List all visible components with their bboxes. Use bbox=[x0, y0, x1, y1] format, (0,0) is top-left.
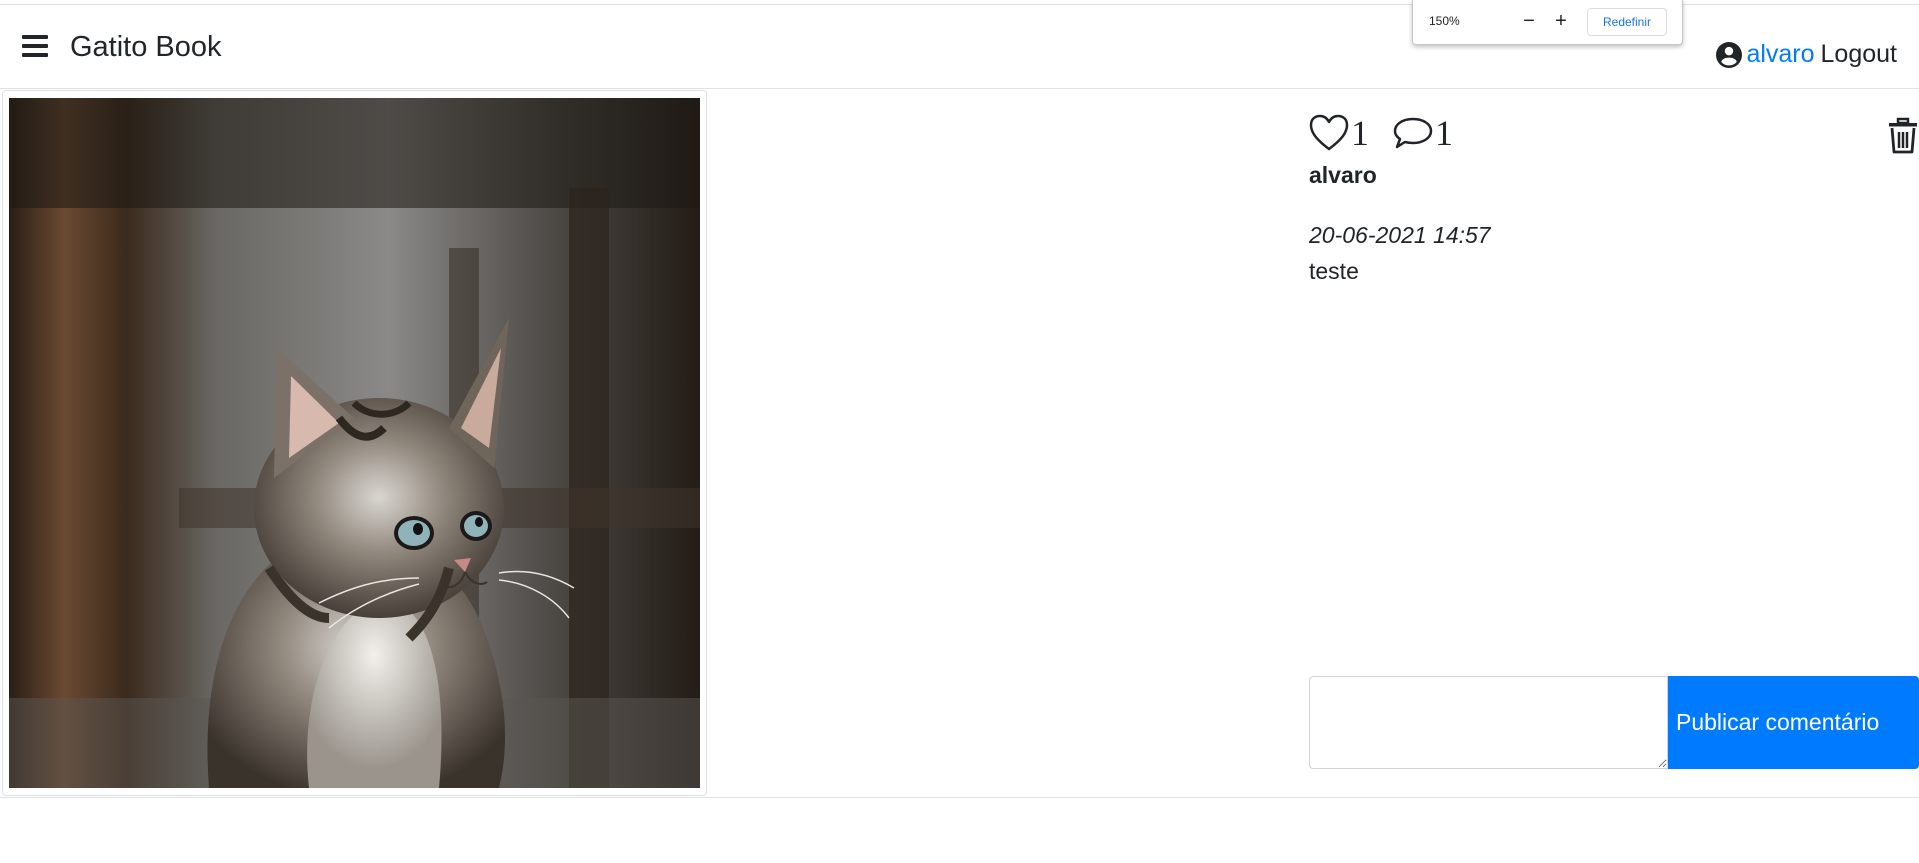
bottom-divider bbox=[0, 797, 1919, 798]
brand-title[interactable]: Gatito Book bbox=[70, 31, 222, 64]
post-description: teste bbox=[1309, 258, 1359, 284]
zoom-in-button[interactable]: + bbox=[1549, 8, 1573, 34]
zoom-out-button[interactable]: − bbox=[1517, 8, 1541, 34]
photo-card bbox=[2, 90, 707, 796]
delete-post-button[interactable] bbox=[1887, 117, 1919, 155]
post-date: 20-06-2021 14:57 bbox=[1309, 222, 1491, 248]
kitten-photo-image bbox=[9, 98, 700, 788]
likes-counter[interactable]: 1 bbox=[1309, 112, 1369, 154]
username-link[interactable]: alvaro bbox=[1746, 40, 1814, 69]
browser-zoom-popup: 150% − + Redefinir bbox=[1412, 0, 1683, 45]
trash-icon bbox=[1889, 117, 1917, 154]
likes-count: 1 bbox=[1351, 113, 1369, 153]
post-author: alvaro bbox=[1309, 162, 1377, 188]
heart-outline-icon bbox=[1309, 114, 1349, 151]
user-circle-icon bbox=[1716, 41, 1743, 68]
post-stats: 1 1 bbox=[1309, 112, 1453, 154]
chat-bubble-icon bbox=[1393, 117, 1433, 149]
publish-comment-button[interactable]: Publicar comentário bbox=[1668, 676, 1919, 769]
comments-counter[interactable]: 1 bbox=[1393, 112, 1453, 154]
zoom-level: 150% bbox=[1429, 14, 1460, 28]
comment-input[interactable] bbox=[1309, 676, 1668, 769]
logout-link[interactable]: Logout bbox=[1821, 40, 1897, 69]
comment-form: Publicar comentário bbox=[1309, 676, 1919, 769]
zoom-reset-button[interactable]: Redefinir bbox=[1587, 8, 1667, 36]
comments-count: 1 bbox=[1435, 113, 1453, 153]
hamburger-menu-icon[interactable] bbox=[18, 33, 52, 63]
post-photo bbox=[9, 98, 700, 788]
user-area: alvaro Logout bbox=[1716, 40, 1897, 69]
